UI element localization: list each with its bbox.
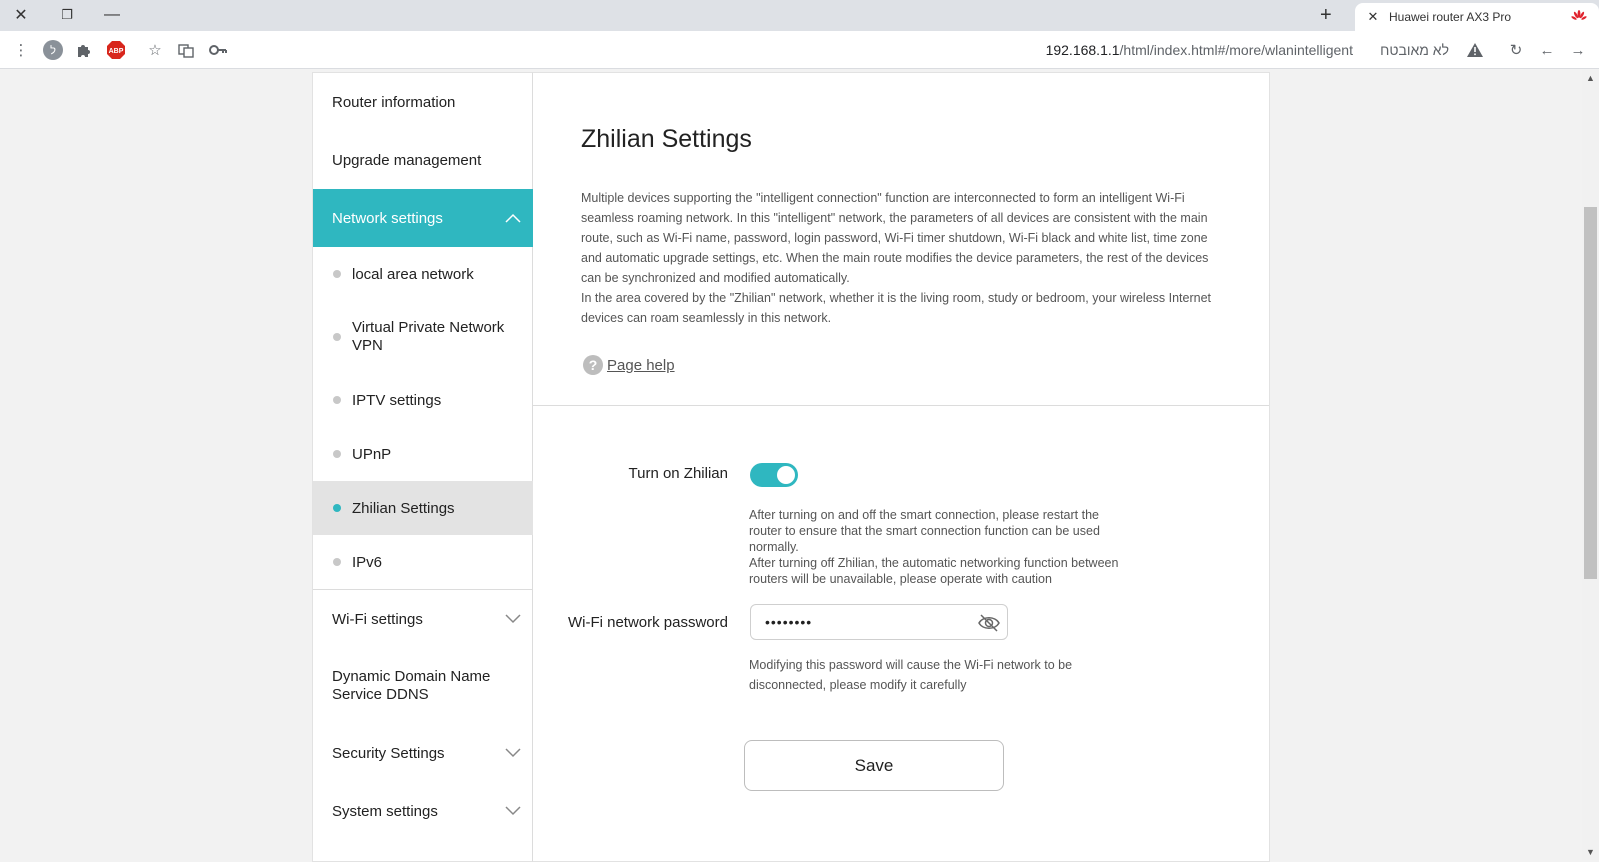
chevron-down-icon (505, 803, 521, 820)
back-arrow-icon[interactable]: ← (1536, 39, 1558, 61)
toggle-knob (777, 466, 795, 484)
description-paragraph: Multiple devices supporting the "intelli… (581, 191, 1209, 285)
bullet-dot-icon (333, 558, 341, 566)
sidebar-item-wifi-settings[interactable]: Wi-Fi settings (313, 590, 533, 648)
wifi-password-label: Wi-Fi network password (567, 614, 728, 631)
bullet-dot-icon (333, 450, 341, 458)
svg-text:ל: ל (50, 44, 56, 57)
zhilian-toggle[interactable] (750, 463, 798, 487)
sidebar-item-network-settings[interactable]: Network settings (313, 189, 533, 247)
sidebar-item-router-information[interactable]: Router information (313, 73, 533, 131)
url-path: /html/index.html#/more/wlanintelligent (1119, 42, 1353, 58)
sidebar-item-ddns[interactable]: Dynamic Domain Name Service DDNS (313, 648, 533, 724)
page-description: Multiple devices supporting the "intelli… (581, 188, 1211, 328)
page-help-label[interactable]: Page help (607, 357, 675, 374)
warning-icon[interactable] (1464, 39, 1486, 61)
window-restore-icon[interactable]: ❐ (56, 4, 78, 26)
sidebar-subitem-lan[interactable]: local area network (313, 247, 533, 301)
url-host: 192.168.1.1 (1045, 42, 1120, 58)
sidebar-subitem-upnp[interactable]: UPnP (313, 427, 533, 481)
sidebar-item-system-settings[interactable]: System settings (313, 782, 533, 840)
sidebar-subitem-iptv[interactable]: IPTV settings (313, 373, 533, 427)
sidebar-subitem-zhilian[interactable]: Zhilian Settings (313, 481, 533, 535)
toggle-note: After turning on and off the smart conne… (749, 507, 1119, 587)
scroll-down-arrow-icon[interactable]: ▼ (1586, 847, 1595, 857)
turn-on-zhilian-label: Turn on Zhilian (628, 465, 729, 482)
browser-tabbar: ✕ ❐ — + ✕ Huawei router AX3 Pro (0, 0, 1599, 31)
bullet-dot-icon (333, 333, 341, 341)
sidebar-item-label: Network settings (332, 209, 443, 227)
window-close-icon[interactable]: ✕ (10, 4, 32, 26)
not-secure-label: לא מאובטח (1380, 42, 1449, 58)
sidebar-subitem-label: IPTV settings (352, 391, 442, 409)
sidebar-subitem-label: local area network (352, 265, 474, 283)
reload-icon[interactable]: ↻ (1505, 39, 1527, 61)
page-body: Router information Upgrade management Ne… (0, 70, 1599, 862)
sidebar-subitem-label: Virtual Private Network VPN (352, 319, 505, 354)
main-content: Zhilian Settings Multiple devices suppor… (533, 72, 1270, 862)
toggle-note-line: After turning on and off the smart conne… (749, 508, 1100, 554)
save-button[interactable]: Save (744, 740, 1004, 791)
chevron-up-icon (505, 210, 521, 227)
browser-toolbar: ⋮ ל ABP ☆ 192.168.1.1/html/index.html#/m… (0, 31, 1599, 69)
bullet-dot-icon (333, 270, 341, 278)
bullet-dot-icon (333, 504, 341, 512)
adblock-plus-icon[interactable]: ABP (105, 39, 127, 61)
menu-kebab-icon[interactable]: ⋮ (10, 39, 32, 61)
tab-title: Huawei router AX3 Pro (1389, 10, 1512, 24)
adblock-label: ABP (109, 48, 124, 55)
sidebar-item-label: Dynamic Domain Name Service DDNS (332, 668, 491, 703)
browser-tab[interactable]: ✕ Huawei router AX3 Pro (1355, 3, 1599, 31)
sidebar-subitem-ipv6[interactable]: IPv6 (313, 535, 533, 589)
page-scrollbar[interactable]: ▲ ▼ (1582, 70, 1599, 860)
sidebar-item-label: Security Settings (332, 744, 445, 762)
forward-arrow-icon[interactable]: → (1567, 39, 1589, 61)
page-title: Zhilian Settings (581, 125, 752, 153)
window-minimize-icon[interactable]: — (101, 4, 123, 26)
description-paragraph: In the area covered by the "Zhilian" net… (581, 291, 1212, 325)
sidebar-subitem-label: Zhilian Settings (352, 499, 455, 517)
eye-hidden-icon[interactable] (977, 612, 1001, 634)
scrollbar-thumb[interactable] (1584, 207, 1597, 579)
bullet-dot-icon (333, 396, 341, 404)
sidebar-subitem-label: UPnP (352, 445, 392, 463)
sidebar-item-label: Router information (332, 93, 456, 111)
extensions-puzzle-icon[interactable] (73, 39, 95, 61)
chevron-down-icon (505, 611, 521, 628)
sidebar-item-label: Upgrade management (332, 151, 482, 169)
sidebar-item-security-settings[interactable]: Security Settings (313, 724, 533, 782)
tab-close-icon[interactable]: ✕ (1365, 9, 1381, 25)
page-help-link[interactable]: ? Page help (583, 355, 675, 375)
profile-avatar-icon[interactable]: ל (42, 39, 64, 61)
question-icon: ? (583, 355, 603, 375)
sidebar: Router information Upgrade management Ne… (312, 72, 533, 862)
chevron-down-icon (505, 745, 521, 762)
sidebar-item-label: System settings (332, 802, 438, 820)
translate-icon[interactable] (175, 39, 197, 61)
huawei-logo-icon (1571, 9, 1587, 28)
section-divider (533, 405, 1269, 406)
new-tab-icon[interactable]: + (1320, 4, 1332, 27)
bookmark-star-icon[interactable]: ☆ (144, 39, 166, 61)
password-note: Modifying this password will cause the W… (749, 658, 1073, 692)
sidebar-item-label: Wi-Fi settings (332, 610, 423, 628)
sidebar-subitem-vpn[interactable]: Virtual Private Network VPN (313, 301, 533, 373)
scroll-up-arrow-icon[interactable]: ▲ (1586, 73, 1595, 83)
password-key-icon[interactable] (207, 39, 229, 61)
sidebar-item-upgrade-management[interactable]: Upgrade management (313, 131, 533, 189)
address-bar-url[interactable]: 192.168.1.1/html/index.html#/more/wlanin… (1046, 42, 1353, 58)
wifi-password-field[interactable]: •••••••• (750, 604, 1008, 640)
wifi-password-value: •••••••• (765, 614, 813, 630)
toggle-note-line: After turning off Zhilian, the automatic… (749, 556, 1119, 586)
sidebar-subitem-label: IPv6 (352, 553, 383, 571)
